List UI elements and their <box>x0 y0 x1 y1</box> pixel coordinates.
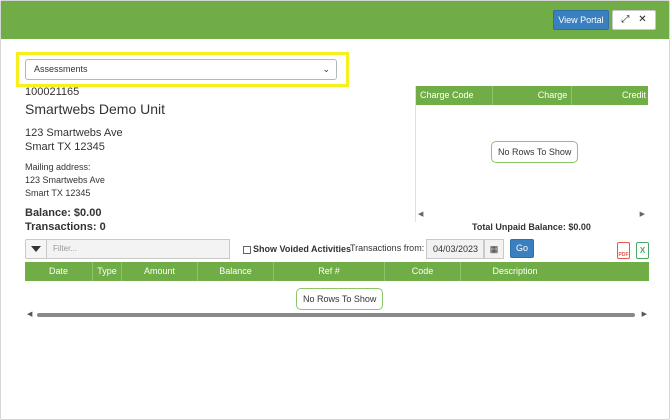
show-voided-checkbox[interactable] <box>243 246 251 254</box>
column-header-amount[interactable]: Amount <box>122 262 198 281</box>
filter-input[interactable]: Filter... <box>47 239 230 259</box>
activity-type-select[interactable]: Assessments ⌄ <box>25 59 337 80</box>
modal-header: View Portal ⤢ ✕ <box>1 1 669 39</box>
filter-button[interactable] <box>25 239 47 259</box>
go-button[interactable]: Go <box>510 239 534 258</box>
modal-window: View Portal ⤢ ✕ Assessments ⌄ 100021165 … <box>0 0 670 420</box>
column-header-date[interactable]: Date <box>25 262 93 281</box>
unit-id: 100021165 <box>25 86 80 98</box>
scroll-left-icon[interactable]: ◀ <box>27 310 32 318</box>
pdf-icon[interactable]: PDF <box>617 242 630 259</box>
charges-grid-header: Charge Code Charge Credit <box>416 86 648 105</box>
column-header-charge-code[interactable]: Charge Code <box>416 86 493 105</box>
select-value: Assessments <box>34 64 88 74</box>
column-header-ref[interactable]: Ref # <box>274 262 385 281</box>
expand-icon[interactable]: ⤢ <box>621 15 629 25</box>
transactions-empty-message: No Rows To Show <box>296 288 384 310</box>
transactions-grid-header: Date Type Amount Balance Ref # Code Desc… <box>25 262 649 281</box>
charges-scrollbar[interactable]: ◀ ▶ <box>415 210 648 220</box>
calendar-icon[interactable]: ▦ <box>484 239 504 259</box>
column-header-description[interactable]: Description <box>461 262 569 281</box>
window-controls: ⤢ ✕ <box>612 10 656 30</box>
close-icon[interactable]: ✕ <box>638 15 646 25</box>
mailing-line2: Smart TX 12345 <box>25 188 91 198</box>
excel-icon[interactable]: X <box>636 242 649 259</box>
transactions-scrollbar[interactable]: ◀ ▶ <box>27 311 647 319</box>
scrollbar-thumb[interactable] <box>37 313 635 317</box>
address-line1: 123 Smartwebs Ave <box>25 127 123 139</box>
show-voided-label[interactable]: Show Voided Activities <box>253 244 351 254</box>
charges-empty-message: No Rows To Show <box>491 141 579 163</box>
transactions-count: Transactions: 0 <box>25 221 106 233</box>
unit-name: Smartwebs Demo Unit <box>25 101 166 117</box>
scroll-right-icon[interactable]: ▶ <box>640 210 645 218</box>
balance-text: Balance: $0.00 <box>25 207 102 219</box>
transactions-from-label: Transactions from: <box>350 243 425 253</box>
total-unpaid-balance: Total Unpaid Balance: $0.00 <box>472 222 591 232</box>
column-header-credit[interactable]: Credit <box>572 86 648 105</box>
address-line2: Smart TX 12345 <box>25 141 105 153</box>
mailing-address-label: Mailing address: <box>25 162 91 172</box>
scroll-left-icon[interactable]: ◀ <box>418 210 423 218</box>
chevron-down-icon: ⌄ <box>322 64 330 74</box>
column-header-balance[interactable]: Balance <box>198 262 274 281</box>
column-header-code[interactable]: Code <box>385 262 461 281</box>
view-portal-button[interactable]: View Portal <box>553 10 609 30</box>
column-header-type[interactable]: Type <box>93 262 122 281</box>
scroll-right-icon[interactable]: ▶ <box>642 310 647 318</box>
date-input[interactable]: 04/03/2023 <box>426 239 484 259</box>
column-header-charge[interactable]: Charge <box>493 86 573 105</box>
mailing-line1: 123 Smartwebs Ave <box>25 175 105 185</box>
filter-icon <box>31 246 41 252</box>
